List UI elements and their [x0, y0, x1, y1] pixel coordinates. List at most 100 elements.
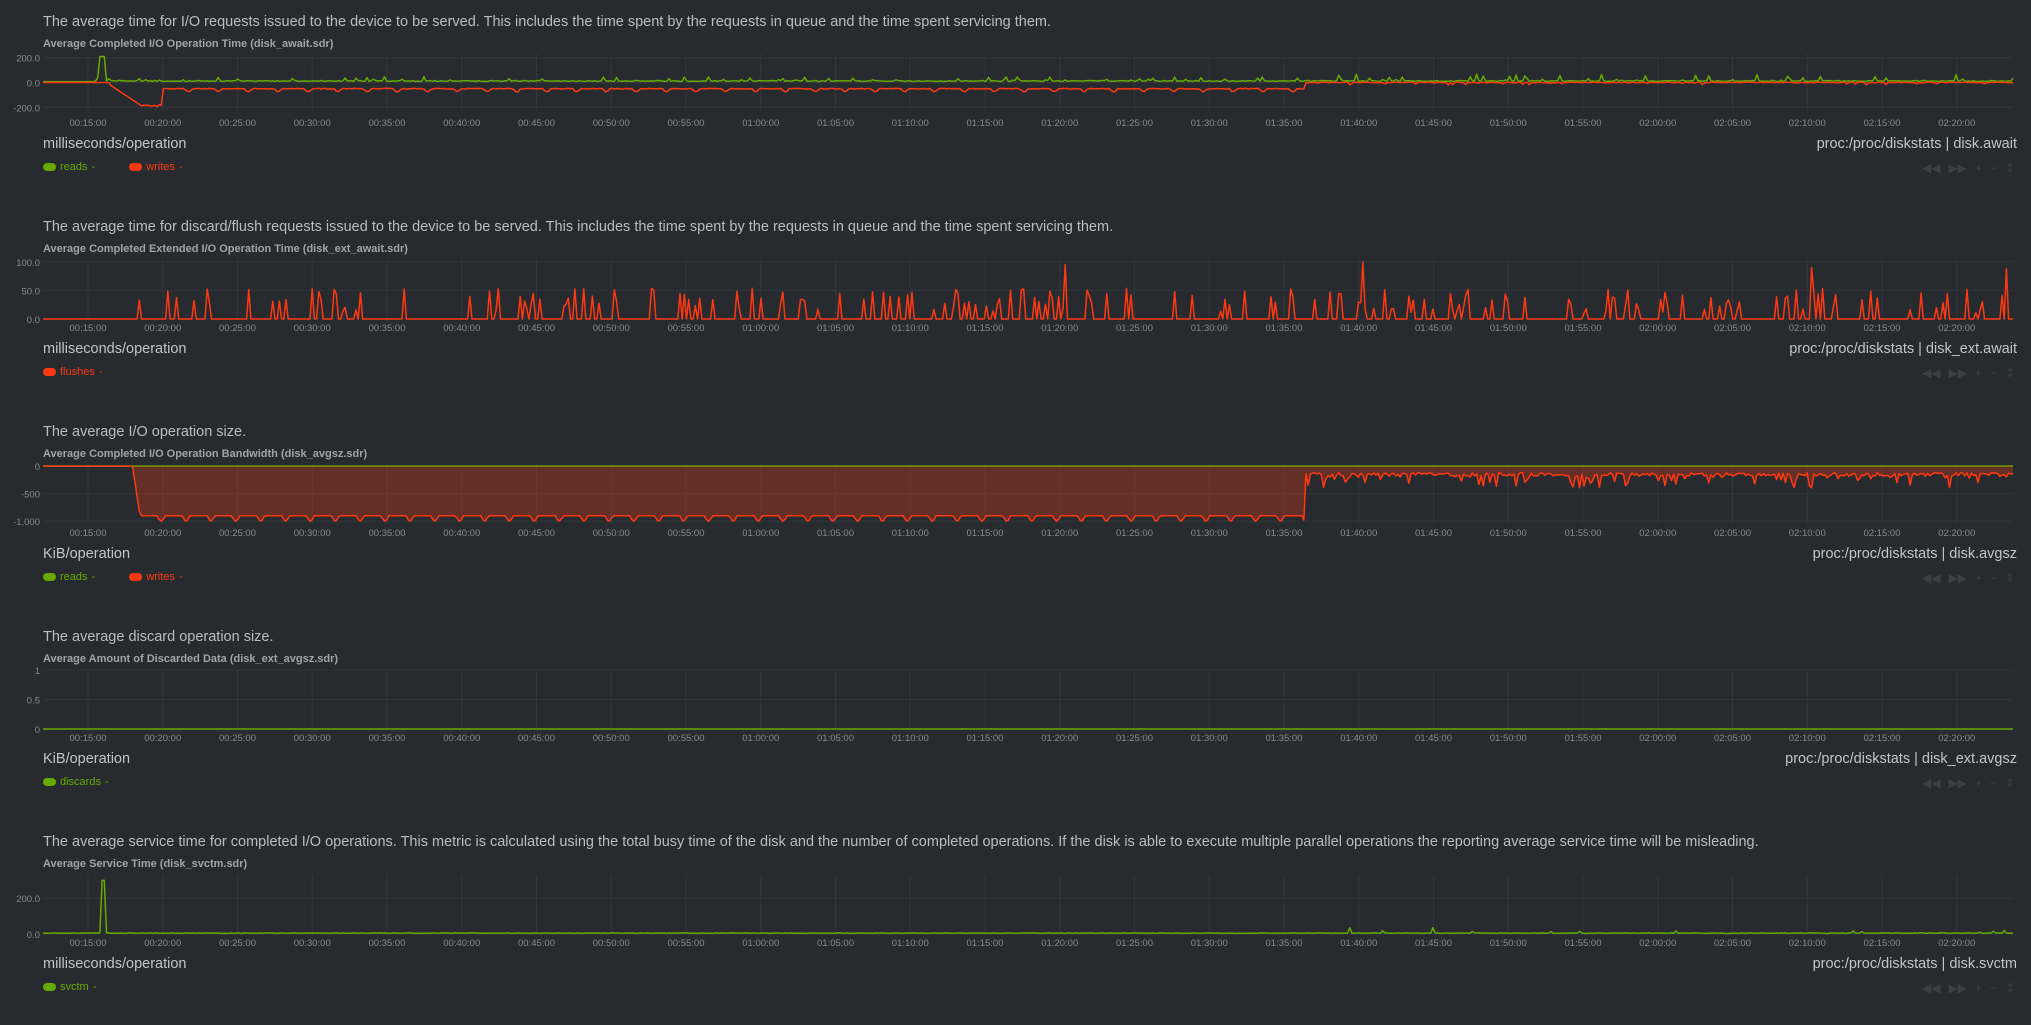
x-tick-label: 02:15:00 [1864, 938, 1901, 949]
x-tick-label: 00:45:00 [518, 323, 555, 334]
x-tick-label: 01:35:00 [1266, 528, 1303, 539]
legend-label: reads [60, 161, 88, 173]
zoom-in-icon[interactable]: + [1975, 366, 1982, 380]
x-tick-label: 01:35:00 [1266, 733, 1303, 744]
x-tick-label: 02:20:00 [1938, 323, 1975, 334]
x-tick-label: 00:35:00 [369, 323, 406, 334]
zoom-out-icon[interactable]: − [1990, 981, 1997, 995]
dashboard: The average time for I/O requests issued… [0, 0, 2031, 1015]
legend-item-discards[interactable]: discards- [43, 776, 109, 788]
x-tick-label: 01:00:00 [742, 323, 779, 334]
rewind-icon[interactable]: ◀◀ [1922, 981, 1940, 995]
resize-icon[interactable]: ⇕ [2005, 366, 2015, 380]
x-tick-label: 00:25:00 [219, 938, 256, 949]
resize-icon[interactable]: ⇕ [2005, 776, 2015, 790]
context-label: proc:/proc/diskstats | disk.avgsz [1813, 546, 2017, 562]
fast-forward-icon[interactable]: ▶▶ [1948, 366, 1966, 380]
x-tick-label: 01:20:00 [1041, 323, 1078, 334]
legend-item-svctm[interactable]: svctm- [43, 981, 96, 993]
rewind-icon[interactable]: ◀◀ [1922, 161, 1940, 175]
fast-forward-icon[interactable]: ▶▶ [1948, 161, 1966, 175]
x-tick-label: 00:40:00 [443, 733, 480, 744]
resize-icon[interactable]: ⇕ [2005, 981, 2015, 995]
x-tick-label: 00:55:00 [668, 733, 705, 744]
y-tick-label: 100.0 [16, 258, 40, 269]
x-tick-label: 00:40:00 [443, 938, 480, 949]
chart-section-disk_ext_avgsz: The average discard operation size.Avera… [0, 615, 2031, 820]
x-tick-label: 01:50:00 [1490, 938, 1527, 949]
y-tick-label: 50.0 [22, 286, 41, 297]
y-tick-label: -200.0 [13, 103, 40, 114]
rewind-icon[interactable]: ◀◀ [1922, 776, 1940, 790]
legend-label: flushes [60, 366, 95, 378]
zoom-in-icon[interactable]: + [1975, 981, 1982, 995]
x-tick-label: 01:20:00 [1041, 938, 1078, 949]
legend-item-reads[interactable]: reads- [43, 571, 95, 583]
chart-nav-buttons: ◀◀ ▶▶ +−⇕ [1922, 776, 2015, 790]
x-tick-label: 02:20:00 [1938, 528, 1975, 539]
x-tick-label: 01:25:00 [1116, 938, 1153, 949]
y-tick-label: -500 [21, 490, 40, 501]
legend-swatch [129, 163, 142, 171]
x-tick-label: 00:20:00 [144, 938, 181, 949]
x-tick-label: 02:15:00 [1864, 118, 1901, 129]
y-tick-label: 1 [35, 666, 40, 677]
units-label: milliseconds/operation [43, 956, 186, 972]
x-tick-label: 02:15:00 [1864, 528, 1901, 539]
legend-item-writes[interactable]: writes- [129, 161, 182, 173]
x-tick-label: 01:05:00 [817, 528, 854, 539]
x-tick-label: 00:30:00 [294, 938, 331, 949]
legend-value: - [92, 161, 96, 173]
zoom-out-icon[interactable]: − [1990, 571, 1997, 585]
resize-icon[interactable]: ⇕ [2005, 571, 2015, 585]
x-tick-label: 02:00:00 [1639, 323, 1676, 334]
rewind-icon[interactable]: ◀◀ [1922, 366, 1940, 380]
chart-plot[interactable]: 200.00.000:15:0000:20:0000:25:0000:30:00… [0, 820, 2031, 955]
x-tick-label: 01:10:00 [892, 938, 929, 949]
rewind-icon[interactable]: ◀◀ [1922, 571, 1940, 585]
chart-plot[interactable]: 10.5000:15:0000:20:0000:25:0000:30:0000:… [0, 615, 2031, 750]
zoom-in-icon[interactable]: + [1975, 776, 1982, 790]
x-tick-label: 02:05:00 [1714, 528, 1751, 539]
x-tick-label: 01:15:00 [967, 323, 1004, 334]
zoom-out-icon[interactable]: − [1990, 161, 1997, 175]
zoom-out-icon[interactable]: − [1990, 776, 1997, 790]
x-tick-label: 00:25:00 [219, 528, 256, 539]
x-tick-label: 01:35:00 [1266, 938, 1303, 949]
resize-icon[interactable]: ⇕ [2005, 161, 2015, 175]
x-tick-label: 01:35:00 [1266, 118, 1303, 129]
legend-swatch [43, 163, 56, 171]
context-label: proc:/proc/diskstats | disk.await [1817, 136, 2017, 152]
legend-swatch [43, 778, 56, 786]
fast-forward-icon[interactable]: ▶▶ [1948, 571, 1966, 585]
x-tick-label: 01:30:00 [1191, 528, 1228, 539]
chart-plot[interactable]: 200.00.0-200.000:15:0000:20:0000:25:0000… [0, 0, 2031, 135]
y-tick-label: 200.0 [16, 54, 40, 65]
x-tick-label: 00:15:00 [70, 118, 107, 129]
x-tick-label: 02:20:00 [1938, 938, 1975, 949]
zoom-in-icon[interactable]: + [1975, 571, 1982, 585]
legend-item-writes[interactable]: writes- [129, 571, 182, 583]
zoom-in-icon[interactable]: + [1975, 161, 1982, 175]
legend-swatch [43, 983, 56, 991]
context-label: proc:/proc/diskstats | disk_ext.await [1789, 341, 2017, 357]
x-tick-label: 00:55:00 [668, 118, 705, 129]
fast-forward-icon[interactable]: ▶▶ [1948, 776, 1966, 790]
chart-plot[interactable]: 100.050.00.000:15:0000:20:0000:25:0000:3… [0, 205, 2031, 340]
legend-item-reads[interactable]: reads- [43, 161, 95, 173]
x-tick-label: 00:25:00 [219, 118, 256, 129]
legend-item-flushes[interactable]: flushes- [43, 366, 103, 378]
x-tick-label: 01:40:00 [1340, 733, 1377, 744]
chart-plot[interactable]: 0-500-1,00000:15:0000:20:0000:25:0000:30… [0, 410, 2031, 545]
x-tick-label: 01:40:00 [1340, 938, 1377, 949]
zoom-out-icon[interactable]: − [1990, 366, 1997, 380]
x-tick-label: 02:05:00 [1714, 733, 1751, 744]
fast-forward-icon[interactable]: ▶▶ [1948, 981, 1966, 995]
x-tick-label: 00:30:00 [294, 118, 331, 129]
chart-section-disk_await: The average time for I/O requests issued… [0, 0, 2031, 205]
x-tick-label: 02:10:00 [1789, 323, 1826, 334]
y-tick-label: 0 [35, 462, 40, 473]
x-tick-label: 01:10:00 [892, 733, 929, 744]
chart-nav-buttons: ◀◀ ▶▶ +−⇕ [1922, 981, 2015, 995]
x-tick-label: 02:00:00 [1639, 528, 1676, 539]
